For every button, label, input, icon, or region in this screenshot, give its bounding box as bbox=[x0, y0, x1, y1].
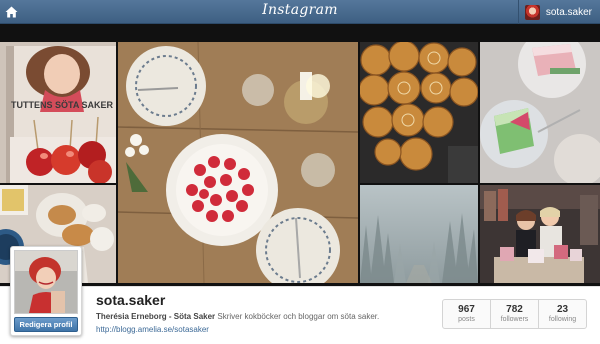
edit-profile-button[interactable]: Redigera profil bbox=[14, 317, 78, 332]
header-avatar bbox=[524, 4, 540, 20]
stat-posts-count: 967 bbox=[458, 304, 475, 315]
stat-followers[interactable]: 782 followers bbox=[491, 300, 539, 328]
photo-misty-forest[interactable] bbox=[360, 185, 478, 283]
stat-following-label: following bbox=[548, 316, 577, 323]
home-button[interactable] bbox=[3, 3, 20, 20]
stat-following[interactable]: 23 following bbox=[539, 300, 586, 328]
profile-stats: 967 posts 782 followers 23 following bbox=[442, 299, 587, 329]
instagram-logo: Instagram bbox=[262, 2, 338, 18]
stat-posts-label: posts bbox=[458, 316, 475, 323]
photo-book-cover[interactable]: TUTTENS SÖTA SAKER bbox=[0, 42, 116, 183]
stat-followers-count: 782 bbox=[506, 304, 523, 315]
profile-avatar[interactable] bbox=[14, 250, 78, 314]
photo-grid: TUTTENS SÖTA SAKER bbox=[0, 24, 600, 286]
photo-strawberry-cake[interactable] bbox=[118, 42, 358, 283]
stat-followers-label: followers bbox=[500, 316, 529, 323]
photo-cinnamon-buns[interactable] bbox=[360, 42, 478, 183]
header-username: sota.saker bbox=[545, 6, 592, 18]
profile-website-link[interactable]: http://blogg.amelia.se/sotasaker bbox=[96, 325, 209, 334]
top-navigation-bar: Instagram sota.saker bbox=[0, 0, 600, 24]
stat-posts[interactable]: 967 posts bbox=[443, 300, 491, 328]
home-icon bbox=[5, 6, 18, 17]
profile-username: sota.saker bbox=[96, 292, 166, 308]
photo-book-signing[interactable] bbox=[480, 185, 600, 283]
photo-cake-slices[interactable] bbox=[480, 42, 600, 183]
stat-following-count: 23 bbox=[556, 304, 569, 315]
profile-avatar-card: Redigera profil bbox=[10, 246, 82, 336]
profile-full-name: Therésia Erneborg - Söta Saker bbox=[96, 312, 216, 321]
book-cover-title: TUTTENS SÖTA SAKER bbox=[11, 100, 114, 110]
user-menu[interactable]: sota.saker bbox=[517, 0, 600, 24]
profile-bio: Therésia Erneborg - Söta Saker Skriver k… bbox=[96, 312, 379, 321]
profile-bio-text: Skriver kokböcker och bloggar om söta sa… bbox=[217, 312, 380, 321]
